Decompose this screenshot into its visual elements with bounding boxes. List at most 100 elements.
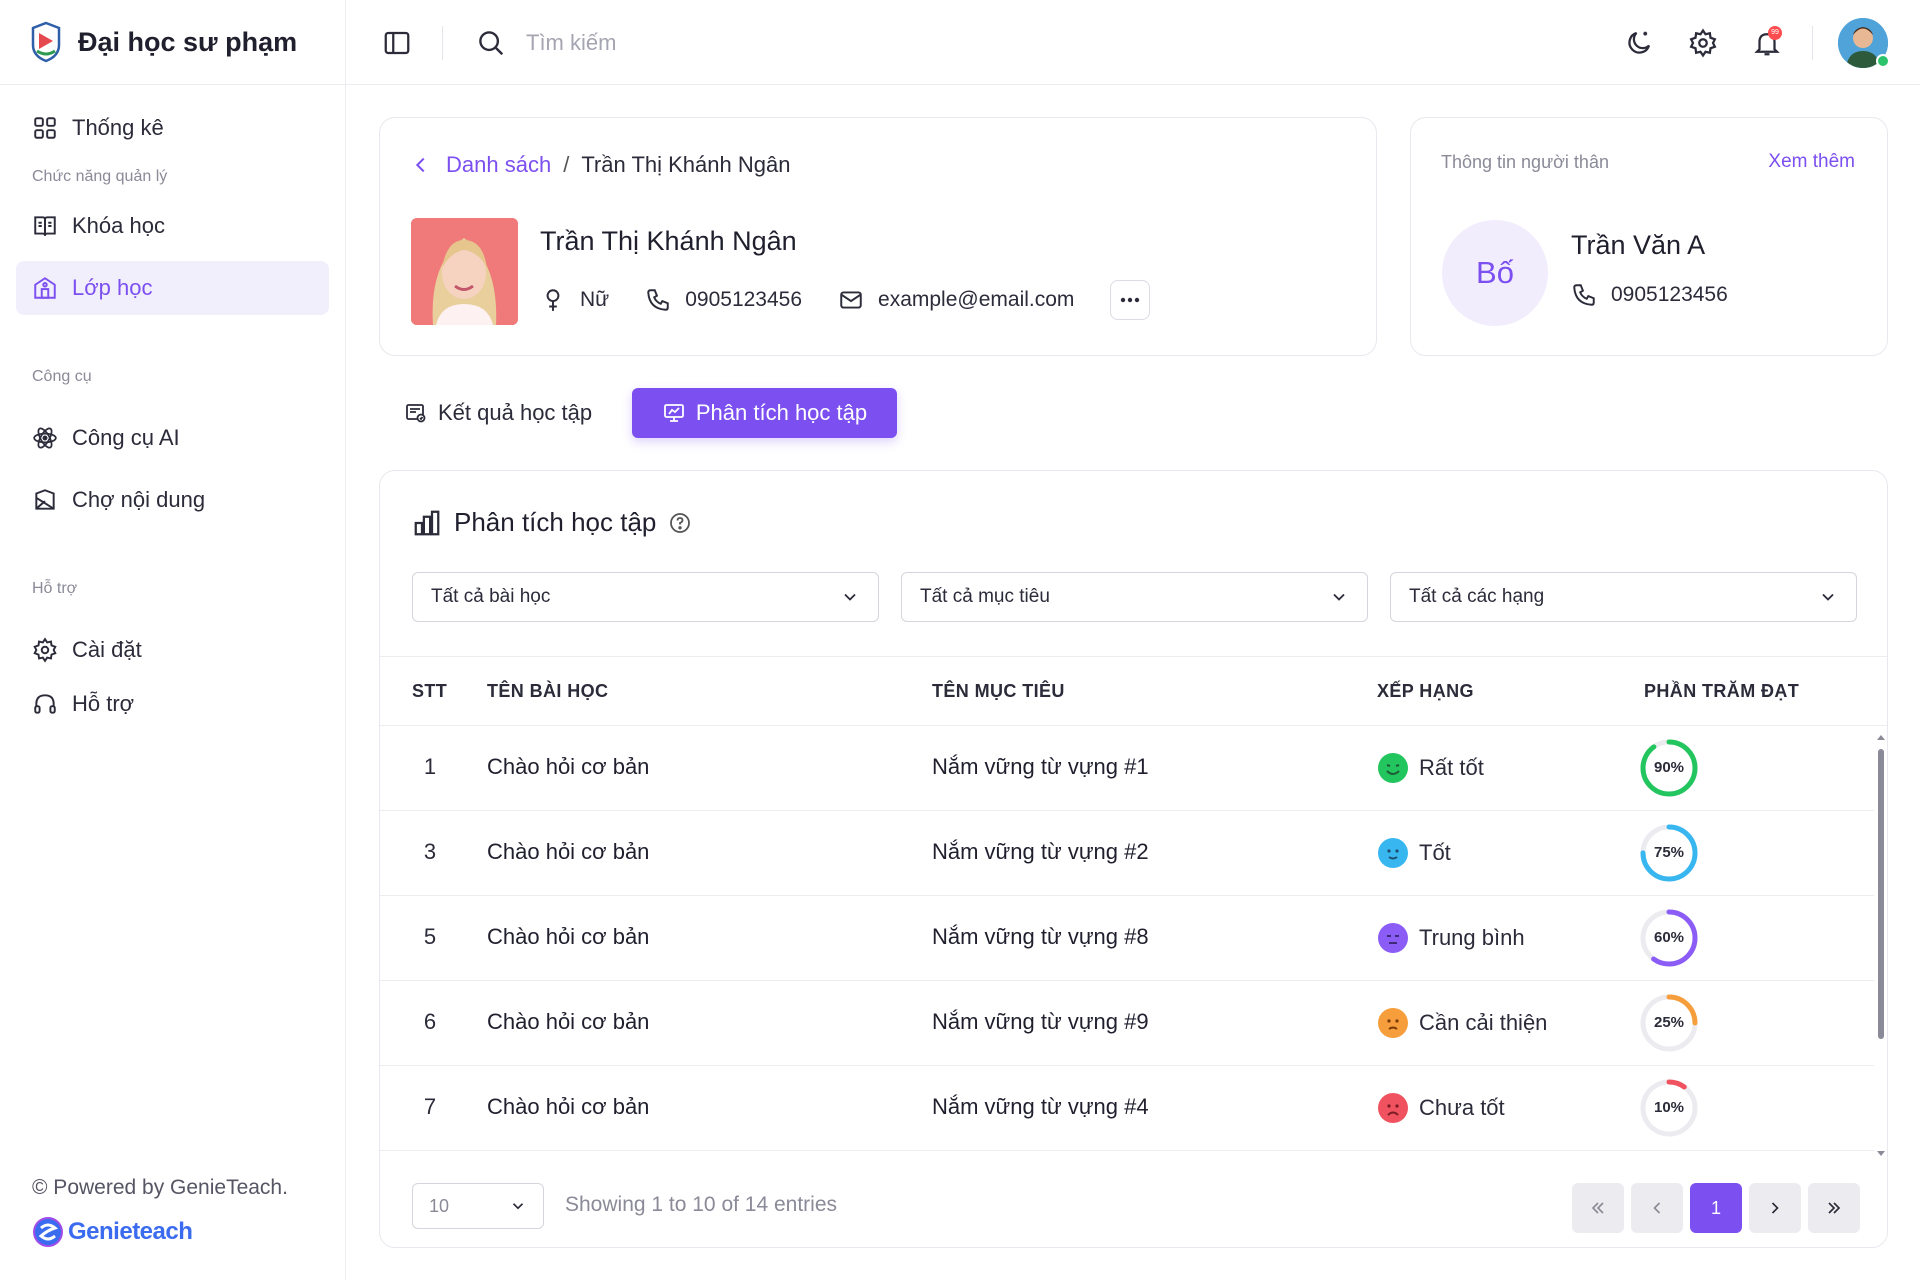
previous-page-button[interactable]	[1631, 1183, 1683, 1233]
sidebar-item-label: Công cụ AI	[72, 425, 180, 450]
phone-icon	[647, 289, 669, 311]
first-page-button[interactable]	[1572, 1183, 1624, 1233]
sidebar-item-ho-tro[interactable]: Hỗ trợ	[16, 677, 329, 731]
page-size-select[interactable]: 10	[412, 1183, 544, 1229]
chevron-left-icon	[1653, 1202, 1661, 1214]
brand-name: Đại học sư phạm	[78, 26, 298, 57]
chevron-down-icon	[844, 593, 856, 601]
atom-icon	[33, 427, 57, 449]
table-footer: 10 Showing 1 to 10 of 14 entries 1	[380, 1171, 1887, 1247]
cell-goal: Nắm vững từ vựng #9	[932, 1009, 1149, 1034]
mail-icon	[840, 291, 862, 309]
filter-ranks-select[interactable]: Tất cả các hạng	[1390, 572, 1857, 622]
tab-ket-qua-hoc-tap[interactable]: Kết quả học tập	[404, 388, 592, 438]
tab-phan-tich-hoc-tap[interactable]: Phân tích học tập	[632, 388, 897, 438]
sidebar-item-lop-hoc[interactable]: Lớp học	[16, 261, 329, 315]
sidebar-item-khoa-hoc[interactable]: Khóa học	[16, 199, 329, 253]
sidebar-nav: Thống kê Chức năng quản lý Khóa học Lớp …	[0, 85, 345, 731]
filter-value: Tất cả các hạng	[1409, 586, 1545, 607]
notification-badge: 99	[1768, 26, 1782, 40]
chevron-left-icon[interactable]	[410, 154, 432, 176]
sidebar-item-thong-ke[interactable]: Thống kê	[16, 101, 329, 155]
chevrons-right-icon	[1828, 1202, 1841, 1214]
rank-label: Cần cải thiện	[1419, 1010, 1548, 1035]
filter-value: Tất cả mục tiêu	[920, 586, 1050, 607]
sidebar-item-label: Chợ nội dung	[72, 487, 206, 512]
sidebar-item-cho-noi-dung[interactable]: Chợ nội dung	[16, 473, 329, 527]
rank-emoji-icon	[1378, 1008, 1408, 1038]
view-more-link[interactable]: Xem thêm	[1768, 151, 1855, 173]
search-input[interactable]	[526, 22, 926, 64]
relative-name: Trần Văn A	[1571, 230, 1706, 260]
cell-lesson: Chào hỏi cơ bản	[487, 754, 650, 779]
relative-phone-row: 0905123456	[1571, 282, 1728, 308]
school-icon	[34, 277, 56, 299]
percent-label: 60%	[1653, 929, 1685, 946]
genieteach-logo-text: Genieteach	[68, 1218, 193, 1245]
scrollbar-thumb[interactable]	[1878, 749, 1884, 1039]
percent-ring: 10%	[1639, 1078, 1699, 1138]
learning-analysis-card: Phân tích học tập Tất cả bài học Tất cả …	[379, 470, 1888, 1248]
dark-mode-icon[interactable]	[1624, 28, 1654, 58]
rank-emoji-icon	[1378, 838, 1408, 868]
student-gender: Nữ	[580, 288, 610, 311]
grid-icon	[34, 117, 56, 139]
table-row[interactable]: 7 Chào hỏi cơ bản Nắm vững từ vựng #4 Chưa …	[380, 1066, 1874, 1151]
sidebar-item-label: Cài đặt	[72, 637, 142, 662]
sidebar-toggle-icon[interactable]	[382, 28, 412, 58]
gear-icon[interactable]	[1688, 28, 1718, 58]
sidebar-section-support: Hỗ trợ	[32, 580, 78, 597]
next-page-button[interactable]	[1749, 1183, 1801, 1233]
help-circle-icon[interactable]	[668, 511, 692, 535]
percent-ring: 75%	[1639, 823, 1699, 883]
relative-phone: 0905123456	[1611, 283, 1728, 306]
gear-icon	[33, 637, 57, 663]
breadcrumb-current: Trần Thị Khánh Ngân	[581, 152, 791, 177]
table-scrollbar[interactable]	[1876, 733, 1886, 1158]
breadcrumb-link-list[interactable]: Danh sách	[446, 152, 551, 178]
more-options-button[interactable]	[1110, 280, 1151, 320]
percent-label: 25%	[1653, 1014, 1685, 1031]
presentation-chart-icon	[663, 404, 684, 422]
scroll-up-arrow-icon[interactable]	[1876, 733, 1886, 743]
online-status-dot	[1876, 54, 1890, 68]
relative-info-card: Thông tin người thân Xem thêm Bố Trần Vă…	[1410, 117, 1888, 356]
header-divider	[1812, 26, 1813, 60]
table-row[interactable]: 5 Chào hỏi cơ bản Nắm vững từ vựng #8 Trung…	[380, 896, 1874, 981]
cell-rank: Trung bình	[1377, 922, 1525, 954]
chevron-down-icon	[1822, 593, 1834, 601]
genieteach-logo-icon	[33, 1217, 63, 1247]
percent-ring: 90%	[1639, 738, 1699, 798]
cell-stt: 7	[423, 1094, 437, 1119]
table-row[interactable]: 6 Chào hỏi cơ bản Nắm vững từ vựng #9 Cần c…	[380, 981, 1874, 1066]
cell-goal: Nắm vững từ vựng #2	[932, 839, 1149, 864]
page-button-current[interactable]: 1	[1690, 1183, 1742, 1233]
market-icon	[35, 489, 55, 510]
headset-icon	[34, 694, 56, 714]
last-page-button[interactable]	[1808, 1183, 1860, 1233]
scroll-down-arrow-icon[interactable]	[1876, 1148, 1886, 1158]
filter-goals-select[interactable]: Tất cả mục tiêu	[901, 572, 1368, 622]
rank-emoji-icon	[1378, 1093, 1408, 1123]
rank-label: Trung bình	[1419, 925, 1525, 950]
top-header: 99	[346, 0, 1920, 85]
book-icon	[34, 216, 56, 236]
table-row[interactable]: 1 Chào hỏi cơ bản Nắm vững từ vựng #1 Rất t…	[380, 726, 1874, 811]
search-icon[interactable]	[476, 28, 506, 58]
table-row[interactable]: 3 Chào hỏi cơ bản Nắm vững từ vựng #2 Tốt 75…	[380, 811, 1874, 896]
rank-emoji-icon	[1378, 923, 1408, 953]
breadcrumb-separator: /	[563, 152, 570, 177]
column-header-stt: STT	[412, 681, 448, 701]
filter-lessons-select[interactable]: Tất cả bài học	[412, 572, 879, 622]
column-header-rank: XẾP HẠNG	[1377, 681, 1474, 701]
tab-label: Kết quả học tập	[438, 400, 593, 425]
table-header: STT TÊN BÀI HỌC TÊN MỤC TIÊU XẾP HẠNG PH…	[380, 656, 1887, 726]
student-phone: 0905123456	[685, 288, 803, 311]
cell-goal: Nắm vững từ vựng #4	[932, 1094, 1149, 1119]
cell-lesson: Chào hỏi cơ bản	[487, 1009, 650, 1034]
sidebar-section-tools: Công cụ	[32, 368, 92, 385]
sidebar-section-management: Chức năng quản lý	[32, 168, 168, 185]
cell-stt: 6	[423, 1009, 437, 1034]
rank-label: Chưa tốt	[1419, 1095, 1505, 1120]
relative-card-title: Thông tin người thân	[1441, 152, 1609, 172]
